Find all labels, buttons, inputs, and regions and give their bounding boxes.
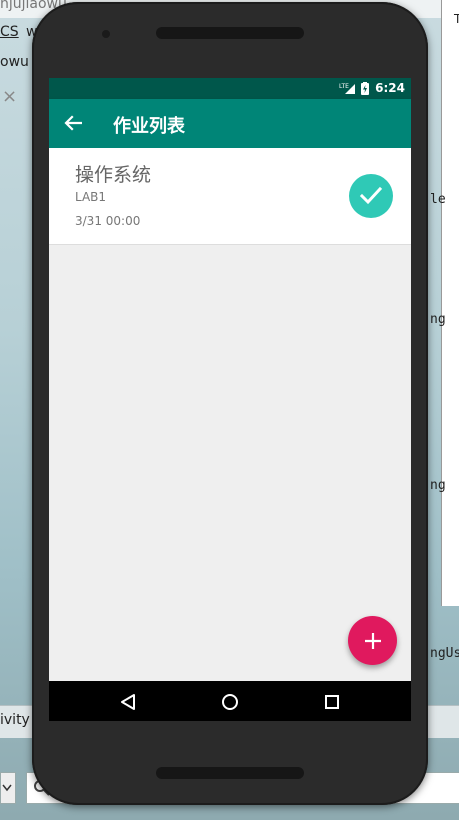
square-recents-icon [325,695,339,709]
top-speaker [156,27,304,39]
desktop-row-text: owu [0,54,29,70]
back-button[interactable] [59,109,87,137]
status-bar: LTE 6:24 [49,78,411,99]
completed-badge[interactable] [349,174,393,218]
desktop-right-snippet: ng [430,478,446,493]
svg-text:LTE: LTE [339,83,349,90]
signal-icon: LTE [339,83,356,94]
nav-back-button[interactable] [117,691,139,713]
desktop-tab-close-icon[interactable]: × [2,86,17,107]
desktop-menu-cs[interactable]: CS [0,24,19,40]
desktop-right-snippet: ng [430,312,446,327]
plus-icon [364,632,381,649]
circle-home-icon [222,694,238,710]
check-icon [359,186,383,205]
add-assignment-button[interactable] [348,616,397,665]
desktop-right-snippet: le [430,192,446,207]
navigation-bar [49,681,411,721]
lab-name: LAB1 [75,190,107,204]
bottom-speaker [156,767,304,779]
nav-home-button[interactable] [219,691,241,713]
course-name: 操作系统 [75,164,152,186]
app-bar: 作业列表 [49,99,411,148]
page-title: 作业列表 [113,116,185,137]
battery-charging-icon [361,81,370,95]
desktop-right-panel: T [441,0,459,606]
status-time: 6:24 [375,81,405,95]
nav-recents-button[interactable] [321,691,343,713]
desktop-right-snippet: ngUs [430,646,459,661]
desktop-right-snippet: T [454,12,459,26]
front-camera [102,30,110,38]
arrow-back-icon [64,115,82,131]
deadline: 3/31 00:00 [75,214,141,228]
phone-screen: LTE 6:24 作业列表 操作系统 LAB1 3/31 00:00 [49,78,411,721]
triangle-back-icon [121,694,135,710]
assignment-item[interactable]: 操作系统 LAB1 3/31 00:00 [49,148,411,245]
desktop-dropdown-button[interactable] [0,772,16,804]
desktop-bottom-text: ivity [0,712,30,728]
